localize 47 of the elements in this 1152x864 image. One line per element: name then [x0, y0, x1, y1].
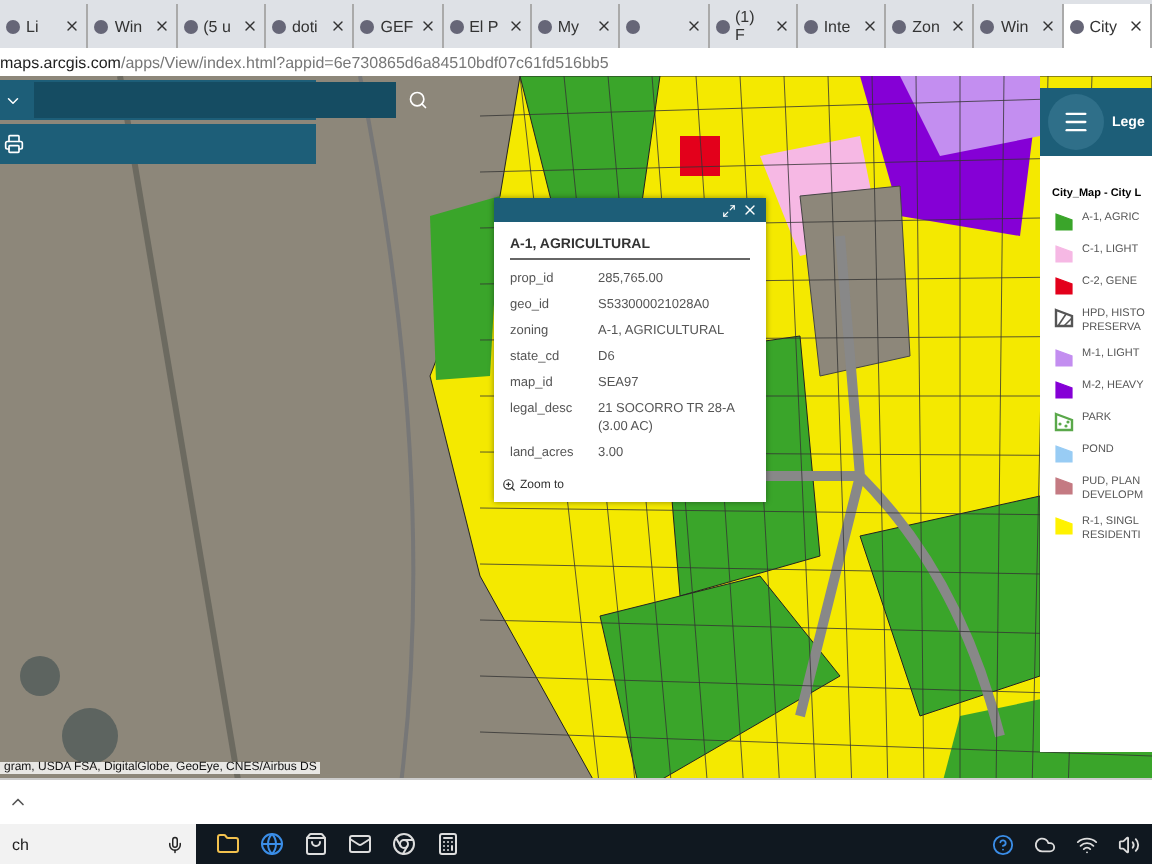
globe-icon[interactable]: [260, 832, 284, 856]
close-icon[interactable]: [773, 18, 790, 34]
close-icon[interactable]: [507, 18, 524, 34]
folder-icon[interactable]: [216, 832, 240, 856]
favicon-icon: [1069, 19, 1084, 33]
close-icon[interactable]: [950, 18, 967, 34]
favicon-icon: [360, 19, 375, 33]
close-icon[interactable]: [1128, 18, 1145, 34]
favicon-icon: [94, 19, 109, 33]
help-icon[interactable]: [992, 833, 1014, 855]
menu-button[interactable]: [1048, 94, 1104, 150]
calculator-icon[interactable]: [436, 832, 460, 856]
zoom-in-icon: [502, 478, 516, 492]
mail-icon[interactable]: [348, 832, 372, 856]
search-field[interactable]: [34, 82, 396, 118]
favicon-icon: [980, 19, 995, 33]
volume-icon[interactable]: [1118, 833, 1140, 855]
close-icon[interactable]: [419, 18, 436, 34]
close-icon[interactable]: [685, 18, 701, 34]
close-icon[interactable]: [596, 18, 613, 34]
menu-icon: [1062, 108, 1090, 136]
close-icon[interactable]: [153, 18, 170, 34]
bag-icon[interactable]: [304, 832, 328, 856]
favicon-icon: [6, 19, 20, 33]
wifi-icon[interactable]: [1076, 833, 1098, 855]
search-icon: [408, 90, 428, 110]
favicon-icon: [449, 19, 464, 33]
close-icon[interactable]: [64, 18, 81, 34]
favicon-icon: [271, 19, 286, 33]
print-button[interactable]: [0, 130, 28, 158]
close-icon[interactable]: [1039, 18, 1056, 34]
cloud-icon[interactable]: [1034, 833, 1056, 855]
printer-icon: [4, 134, 24, 154]
favicon-icon: [183, 19, 198, 33]
favicon-icon: [626, 19, 641, 33]
maximize-icon[interactable]: [722, 203, 736, 217]
search-button[interactable]: [404, 86, 432, 114]
browser-tab[interactable]: City: [1063, 4, 1152, 48]
close-icon[interactable]: [330, 18, 347, 34]
close-icon[interactable]: [862, 18, 879, 34]
favicon-icon: [892, 19, 907, 33]
favicon-icon: [803, 19, 818, 33]
taskbar-search-field[interactable]: ch: [0, 824, 196, 864]
favicon-icon: [537, 19, 552, 33]
close-icon[interactable]: [241, 18, 258, 34]
microphone-icon: [166, 835, 184, 853]
favicon-icon: [715, 19, 729, 33]
